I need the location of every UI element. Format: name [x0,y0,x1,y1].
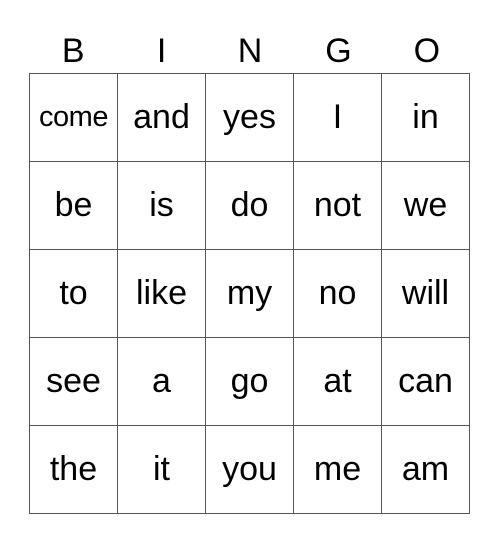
bingo-cell[interactable]: we [382,162,470,250]
bingo-cell[interactable]: go [206,338,294,426]
bingo-cell[interactable]: not [294,162,382,250]
bingo-cell[interactable]: a [118,338,206,426]
header-letter-b: B [61,32,85,70]
bingo-cell[interactable]: am [382,426,470,514]
bingo-cell[interactable]: it [118,426,206,514]
bingo-cell[interactable]: yes [206,74,294,162]
bingo-cell[interactable]: will [382,250,470,338]
header-letter-n: N [237,32,263,70]
bingo-cell[interactable]: can [382,338,470,426]
bingo-cell[interactable]: no [294,250,382,338]
bingo-cell[interactable]: I [294,74,382,162]
bingo-cell[interactable]: like [118,250,206,338]
bingo-cell[interactable]: do [206,162,294,250]
bingo-cell[interactable]: at [294,338,382,426]
bingo-header: B I N G O [29,30,471,72]
bingo-grid: come and yes I in be is do not we to lik… [29,73,470,514]
bingo-cell[interactable]: and [118,74,206,162]
bingo-cell[interactable]: to [30,250,118,338]
header-letter-g: G [325,32,352,70]
bingo-cell[interactable]: in [382,74,470,162]
bingo-cell[interactable]: be [30,162,118,250]
bingo-cell[interactable]: me [294,426,382,514]
bingo-cell[interactable]: see [30,338,118,426]
header-letter-i: I [156,32,167,70]
bingo-cell[interactable]: my [206,250,294,338]
header-letter-o: O [413,32,441,70]
bingo-cell[interactable]: is [118,162,206,250]
bingo-cell[interactable]: the [30,426,118,514]
bingo-cell[interactable]: come [30,74,118,162]
bingo-cell[interactable]: you [206,426,294,514]
